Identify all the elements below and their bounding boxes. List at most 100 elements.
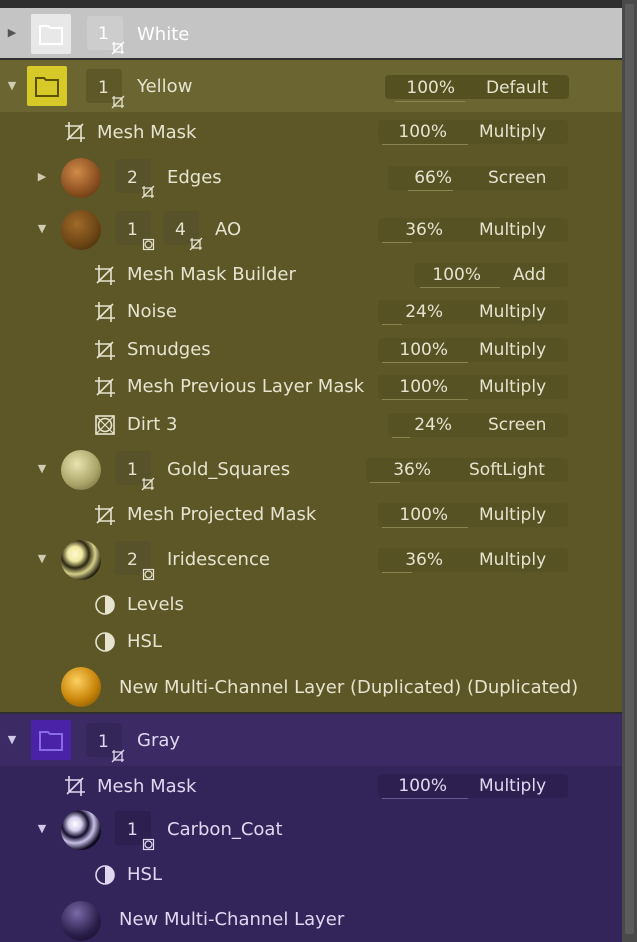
adjustment-icon (95, 595, 115, 615)
layer-name: Mesh Previous Layer Mask (127, 376, 365, 397)
opacity-value: 100% (399, 377, 448, 397)
mask-row[interactable]: Mesh Previous Layer Mask 100% Multiply (0, 370, 622, 404)
layer-count: 4 (175, 220, 186, 240)
layer-row-carbon-coat[interactable]: ▼ 1 Carbon_Coat (0, 808, 622, 852)
layer-name: Smudges (127, 339, 211, 360)
layer-row-new-multichannel[interactable]: New Multi-Channel Layer (Duplicated) (Du… (0, 664, 622, 710)
folder-icon (27, 66, 67, 106)
opacity-value: 24% (414, 415, 452, 435)
layer-name: Mesh Mask Builder (127, 264, 296, 285)
blend-mode[interactable]: Multiply (479, 377, 546, 397)
mask-row[interactable]: Mesh Projected Mask 100% Multiply (0, 498, 622, 532)
layer-name: AO (215, 219, 242, 240)
collapse-arrow-icon[interactable]: ▼ (35, 462, 49, 476)
generator-row[interactable]: Dirt 3 24% Screen (0, 408, 622, 442)
crop-mask-icon (141, 477, 155, 491)
group-name: Gray (137, 730, 181, 751)
layer-count: 2 (127, 550, 138, 570)
blend-mode[interactable]: Multiply (479, 550, 546, 570)
opacity-value: 24% (405, 302, 443, 322)
expand-arrow-icon[interactable]: ▶ (35, 170, 49, 184)
group-row-white[interactable]: ▶ 1 White (0, 8, 622, 58)
blend-mode[interactable]: Multiply (479, 122, 546, 142)
crop-mask-icon (111, 41, 125, 55)
crop-mask-icon (95, 302, 115, 322)
layer-row-gold-squares[interactable]: ▼ 1 Gold_Squares 36% SoftLight (0, 448, 622, 492)
blend-mode[interactable]: Add (513, 265, 546, 285)
blend-mode[interactable]: Screen (488, 415, 546, 435)
generator-icon (95, 415, 115, 435)
opacity-value: 100% (398, 776, 447, 796)
layer-count: 1 (98, 24, 109, 44)
mask-row[interactable]: Mesh Mask Builder 100% Add (0, 258, 622, 292)
adjustment-row[interactable]: HSL (0, 627, 622, 659)
opacity-value: 100% (399, 505, 448, 525)
layer-row-ao[interactable]: ▼ 1 4 AO 36% Multiply (0, 208, 622, 252)
opacity-value: 66% (414, 168, 452, 188)
layer-name: Iridescence (167, 549, 270, 570)
blend-mode[interactable]: SoftLight (469, 460, 545, 480)
blend-mode[interactable]: Multiply (479, 302, 546, 322)
layer-panel: ▶ 1 White ▼ 1 Yellow 100% Default Mesh M… (0, 0, 622, 942)
collapse-arrow-icon[interactable]: ▼ (35, 822, 49, 836)
opacity-value: 100% (398, 122, 447, 142)
blend-mode[interactable]: Default (486, 78, 548, 98)
material-thumbnail (61, 158, 101, 198)
mask-row[interactable]: Smudges 100% Multiply (0, 333, 622, 367)
layer-name: HSL (127, 631, 162, 652)
opacity-value: 36% (405, 220, 443, 240)
adjustment-icon (95, 865, 115, 885)
group-row-yellow[interactable]: ▼ 1 Yellow 100% Default (0, 60, 622, 112)
blend-mode[interactable]: Multiply (479, 505, 546, 525)
layer-count: 1 (127, 460, 138, 480)
material-thumbnail (61, 810, 101, 850)
material-thumbnail (61, 450, 101, 490)
layer-row-new-multichannel[interactable]: New Multi-Channel Layer (0, 898, 622, 942)
layer-count: 2 (127, 168, 138, 188)
collapse-arrow-icon[interactable]: ▼ (35, 552, 49, 566)
layer-row-edges[interactable]: ▶ 2 Edges 66% Screen (0, 156, 622, 200)
folder-icon (31, 14, 71, 54)
group-name: White (137, 24, 190, 45)
layer-count: 1 (127, 820, 138, 840)
crop-mask-icon (111, 95, 125, 109)
scrollbar[interactable] (622, 0, 637, 942)
group-row-gray[interactable]: ▼ 1 Gray (0, 714, 622, 766)
opacity-value: 36% (393, 460, 431, 480)
collapse-arrow-icon[interactable]: ▼ (5, 733, 19, 747)
material-thumbnail (61, 667, 101, 707)
layer-name: Mesh Mask (97, 776, 197, 797)
crop-mask-icon (95, 265, 115, 285)
crop-mask-icon (65, 776, 85, 796)
mask-row[interactable]: Noise 24% Multiply (0, 295, 622, 329)
layer-name: Carbon_Coat (167, 819, 283, 840)
blend-mode[interactable]: Multiply (479, 776, 546, 796)
layer-count: 1 (127, 220, 138, 240)
collapse-arrow-icon[interactable]: ▼ (35, 222, 49, 236)
blend-mode[interactable]: Screen (488, 168, 546, 188)
adjustment-row[interactable]: HSL (0, 860, 622, 892)
layer-name: Edges (167, 167, 222, 188)
opacity-value: 100% (432, 265, 481, 285)
crop-mask-icon (189, 237, 203, 251)
layer-name: Levels (127, 594, 184, 615)
blend-mode[interactable]: Multiply (479, 220, 546, 240)
layer-count: 1 (98, 78, 109, 98)
blend-mode[interactable]: Multiply (479, 340, 546, 360)
expand-arrow-icon[interactable]: ▶ (5, 26, 19, 40)
layer-row-iridescence[interactable]: ▼ 2 Iridescence 36% Multiply (0, 538, 622, 582)
generator-icon (142, 838, 155, 851)
folder-icon (31, 720, 71, 760)
mask-row[interactable]: Mesh Mask 100% Multiply (0, 768, 622, 804)
material-thumbnail (61, 210, 101, 250)
crop-mask-icon (95, 377, 115, 397)
crop-mask-icon (141, 185, 155, 199)
mask-row[interactable]: Mesh Mask 100% Multiply (0, 114, 622, 150)
adjustment-row[interactable]: Levels (0, 590, 622, 622)
material-thumbnail (61, 540, 101, 580)
scrollbar-thumb[interactable] (625, 4, 634, 934)
collapse-arrow-icon[interactable]: ▼ (5, 79, 19, 93)
group-name: Yellow (137, 76, 193, 97)
crop-mask-icon (111, 749, 125, 763)
layer-name: Mesh Mask (97, 122, 197, 143)
